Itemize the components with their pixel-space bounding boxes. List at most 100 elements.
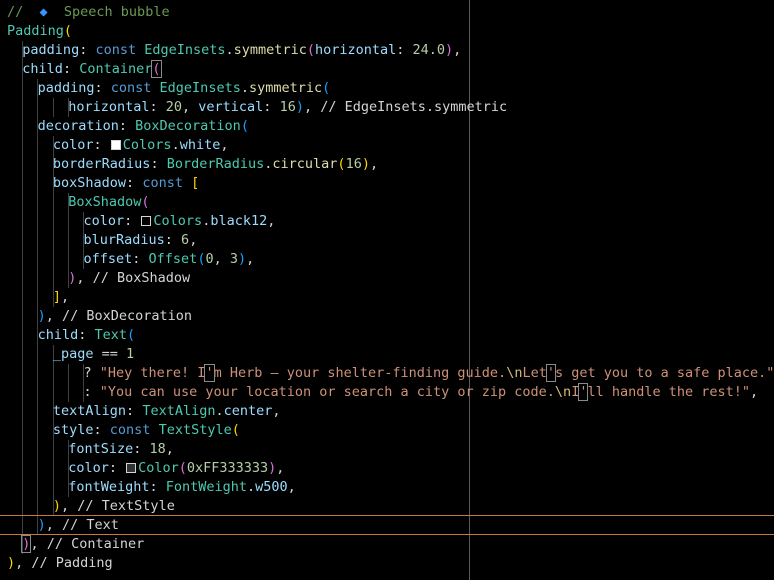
indent-guide: [37, 383, 39, 402]
code-token: fontSize: [68, 441, 134, 457]
code-line[interactable]: color: Color(0xFF333333),: [0, 459, 774, 478]
code-text: ), // TextStyle: [53, 497, 175, 516]
code-line[interactable]: color: Colors.white,: [0, 136, 774, 155]
code-token: decoration: [37, 118, 119, 134]
code-token: :: [150, 156, 167, 172]
code-token: , // Text: [45, 517, 119, 533]
code-token: ,: [369, 156, 379, 172]
code-text: ), // Text: [38, 516, 119, 535]
code-text: fontSize: 18,: [68, 440, 174, 459]
code-line[interactable]: ), // BoxShadow: [0, 269, 774, 288]
code-line[interactable]: Padding(: [0, 22, 774, 41]
indent-guide: [22, 193, 23, 212]
code-token: , // TextStyle: [61, 498, 175, 514]
code-line[interactable]: textAlign: TextAlign.center,: [0, 402, 774, 421]
code-token: (: [141, 194, 150, 210]
code-text: fontWeight: FontWeight.w500,: [68, 478, 296, 497]
code-line[interactable]: padding: const EdgeInsets.symmetric(hori…: [0, 41, 774, 60]
indent-guide: [22, 497, 23, 516]
indent-guide: [22, 231, 23, 250]
code-token: ,: [276, 460, 285, 476]
code-token: Text: [94, 327, 128, 343]
code-text: offset: Offset(0, 3),: [84, 250, 255, 269]
code-token: FontWeight: [165, 479, 248, 495]
code-line[interactable]: BoxShadow(: [0, 193, 774, 212]
code-token: 1: [126, 346, 135, 362]
indent-guide: [22, 307, 23, 326]
indent-guide: [37, 136, 39, 155]
code-line[interactable]: color: Colors.black12,: [0, 212, 774, 231]
code-line[interactable]: child: Text(: [0, 326, 774, 345]
code-token: const: [95, 42, 145, 58]
indent-guide: [22, 174, 23, 193]
code-token: child: [22, 61, 63, 77]
code-token: ): [7, 555, 16, 571]
code-line[interactable]: style: const TextStyle(: [0, 421, 774, 440]
color-swatch-icon[interactable]: [110, 140, 121, 150]
indent-guide: [37, 402, 39, 421]
color-swatch-icon[interactable]: [126, 463, 137, 473]
code-token: :: [132, 251, 149, 267]
code-text: // ◆ Speech bubble: [7, 3, 170, 22]
indent-guide: [22, 212, 23, 231]
code-line[interactable]: boxShadow: const [: [0, 174, 774, 193]
indent-guide: [67, 212, 69, 231]
code-token: ,: [165, 441, 174, 457]
code-token: (: [306, 42, 315, 58]
code-line[interactable]: fontSize: 18,: [0, 440, 774, 459]
code-line[interactable]: ), // BoxDecoration: [0, 307, 774, 326]
indent-guide: [22, 421, 23, 440]
code-line[interactable]: fontWeight: FontWeight.w500,: [0, 478, 774, 497]
code-token: offset: [83, 251, 133, 267]
code-line[interactable]: horizontal: 20, vertical: 16), // EdgeIn…: [0, 98, 774, 117]
indent-guide: [22, 250, 23, 269]
code-line[interactable]: : "You can use your location or search a…: [0, 383, 774, 402]
code-text: : "You can use your location or search a…: [84, 383, 758, 402]
indent-guide: [22, 79, 23, 98]
code-token: ': [545, 364, 557, 382]
indent-guide: [52, 269, 54, 288]
code-token: blurRadius: [83, 232, 165, 248]
code-token: symmetric: [248, 80, 323, 96]
indent-guide: [37, 440, 39, 459]
code-token: s get you to a safe place.": [554, 365, 774, 381]
code-line[interactable]: offset: Offset(0, 3),: [0, 250, 774, 269]
indent-guide: [37, 98, 39, 117]
indent-guide: [37, 231, 39, 250]
code-token: 16: [279, 99, 296, 115]
code-line[interactable]: borderRadius: BorderRadius.circular(16),: [0, 155, 774, 174]
code-token: style: [52, 422, 94, 438]
color-swatch-icon[interactable]: [141, 216, 152, 226]
code-line[interactable]: _page == 1: [0, 345, 774, 364]
code-line[interactable]: // ◆ Speech bubble: [0, 3, 774, 22]
code-line[interactable]: child: Container(: [0, 60, 774, 79]
code-token: ): [238, 251, 247, 267]
code-token: _page: [52, 346, 94, 362]
code-line[interactable]: decoration: BoxDecoration(: [0, 117, 774, 136]
code-text: style: const TextStyle(: [53, 421, 240, 440]
code-editor[interactable]: // ◆ Speech bubble Padding(padding: const…: [0, 0, 774, 580]
code-token: :: [62, 61, 80, 77]
code-token: ,: [287, 479, 296, 495]
indent-guide: [52, 364, 54, 383]
indent-guide: [67, 383, 69, 402]
code-text: ? "Hey there! I'm Herb — your shelter-fi…: [84, 364, 774, 383]
code-token: center: [223, 403, 273, 419]
code-line[interactable]: blurRadius: 6,: [0, 231, 774, 250]
code-token: m Herb — your shelter-finding guide.: [213, 365, 507, 381]
indent-guide: [37, 459, 39, 478]
indent-guide: [22, 136, 23, 155]
code-line[interactable]: ), // Container: [0, 535, 774, 554]
code-token: "Hey there! I: [99, 365, 206, 381]
code-line[interactable]: ],: [0, 288, 774, 307]
code-token: padding: [22, 42, 80, 58]
indent-guide: [52, 193, 54, 212]
code-text: blurRadius: 6,: [84, 231, 198, 250]
code-token: ): [52, 498, 62, 514]
code-line[interactable]: padding: const EdgeInsets.symmetric(: [0, 79, 774, 98]
code-line[interactable]: ), // Text: [0, 516, 774, 535]
code-token: w500: [255, 479, 288, 495]
code-line[interactable]: ), // Padding: [0, 554, 774, 573]
code-line[interactable]: ), // TextStyle: [0, 497, 774, 516]
code-line[interactable]: ? "Hey there! I'm Herb — your shelter-fi…: [0, 364, 774, 383]
